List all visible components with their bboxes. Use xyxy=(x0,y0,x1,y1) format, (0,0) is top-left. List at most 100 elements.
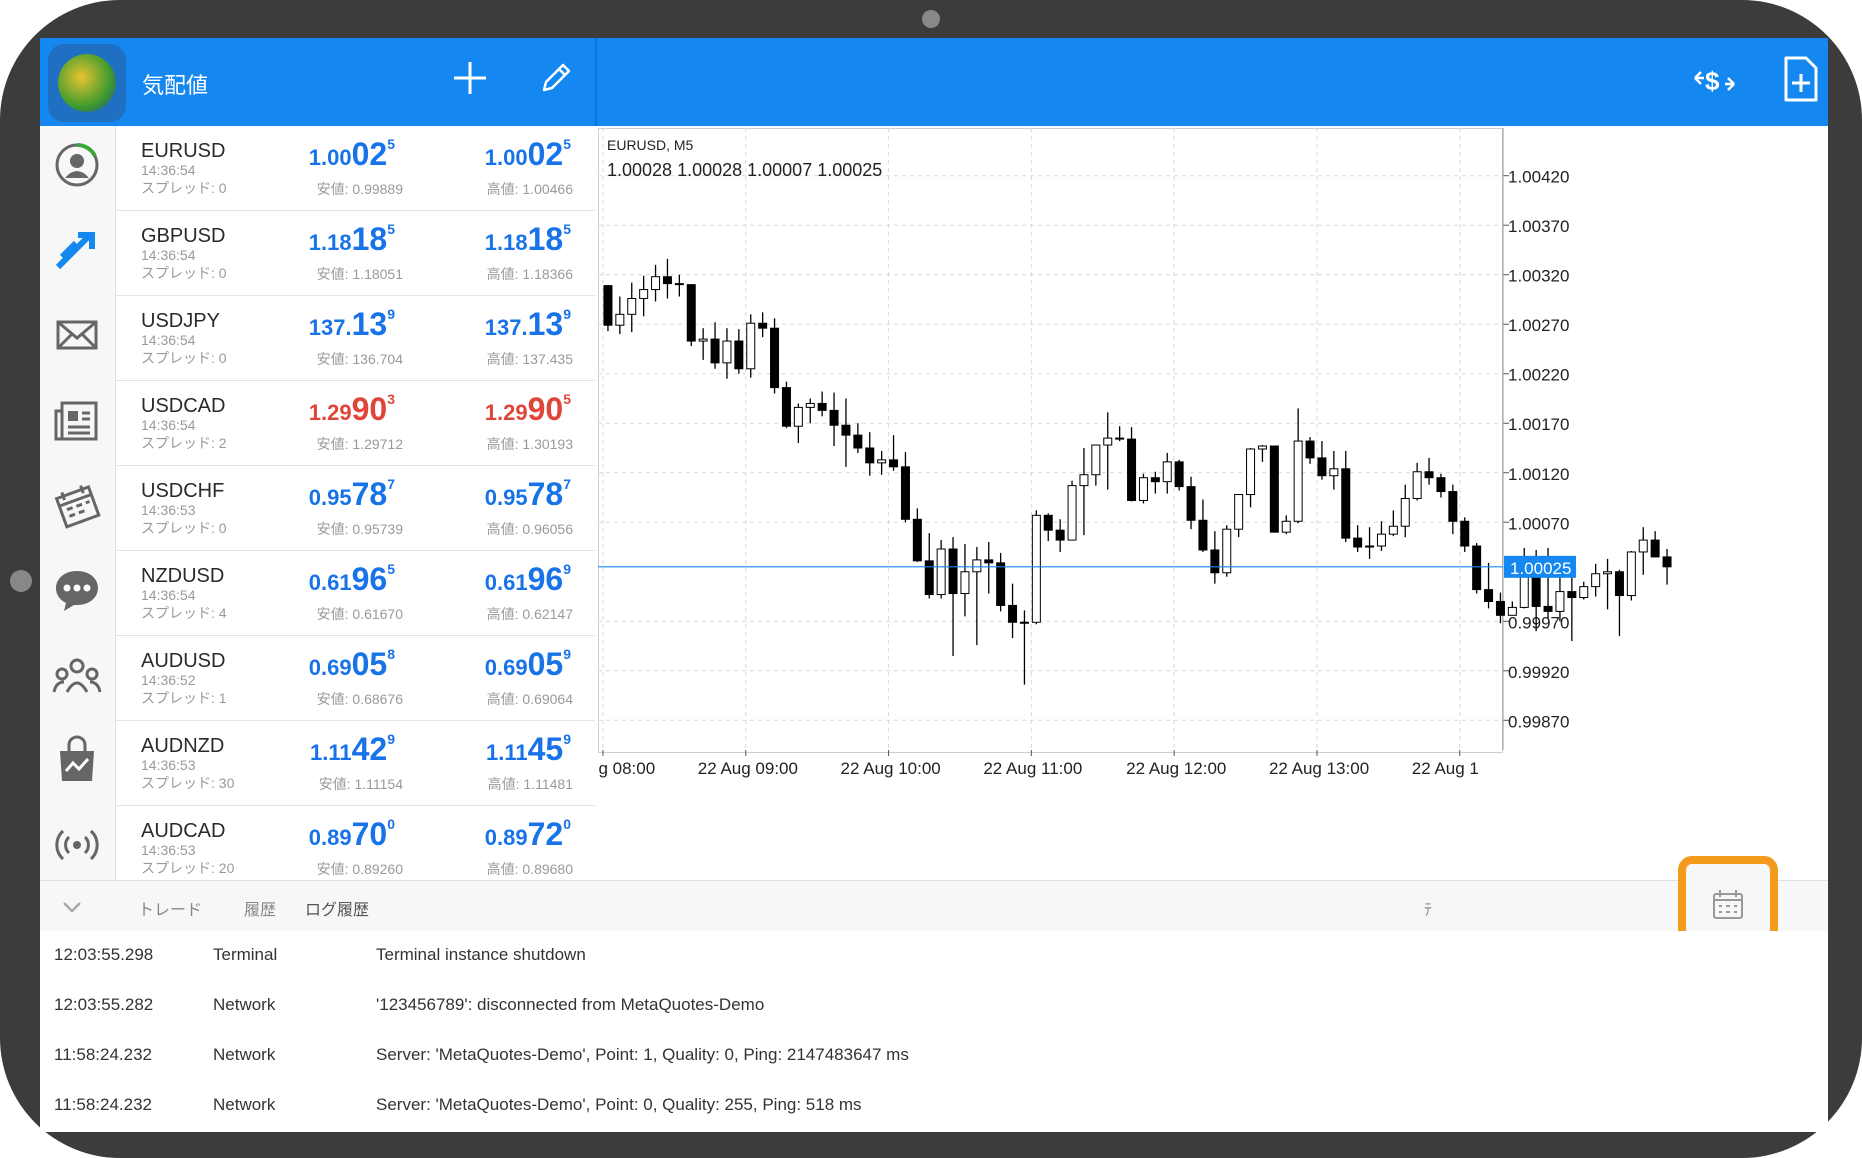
log-row[interactable]: 11:58:24.232 Network Server: 'MetaQuotes… xyxy=(40,1081,1828,1131)
chart-ohlc-label: 1.00028 1.00028 1.00007 1.00025 xyxy=(607,160,883,180)
quote-time: 14:36:53 xyxy=(141,757,196,773)
quote-symbol: GBPUSD xyxy=(141,225,226,247)
ask-price: 1.11459 xyxy=(486,731,571,767)
y-tick-label: 1.00170 xyxy=(1508,415,1569,434)
candle-body xyxy=(1138,477,1148,501)
ask-price: 1.18185 xyxy=(484,221,571,257)
x-tick-label: 22 Aug 09:00 xyxy=(698,759,798,778)
chat-icon[interactable] xyxy=(48,561,106,619)
candle-body xyxy=(698,338,708,342)
quote-row[interactable]: EURUSD 14:36:54 スプレッド: 0 1.00025 1.00025… xyxy=(116,126,595,211)
add-document-icon[interactable] xyxy=(1780,54,1820,104)
x-tick-label: 22 Aug 13:00 xyxy=(1269,759,1369,778)
quote-symbol: AUDNZD xyxy=(141,735,225,757)
candle-body xyxy=(1019,621,1029,624)
candle-body xyxy=(829,409,839,426)
quote-high: 高値: 0.62147 xyxy=(486,606,573,622)
candle-body xyxy=(841,424,851,436)
market-icon[interactable] xyxy=(48,731,106,789)
tab-log-history[interactable]: ログ履歴 xyxy=(305,896,369,920)
log-time: 12:03:55.298 xyxy=(54,945,154,964)
mail-icon[interactable] xyxy=(48,306,106,364)
candle-body xyxy=(1043,514,1053,531)
plus-icon[interactable] xyxy=(450,58,490,98)
signal-icon[interactable] xyxy=(48,816,106,874)
candle-body xyxy=(639,289,649,299)
dollar-sync-icon[interactable]: $ xyxy=(1692,58,1738,104)
quote-row[interactable]: USDCHF 14:36:53 スプレッド: 0 0.95787 0.95787… xyxy=(116,466,595,551)
candle-body xyxy=(1448,491,1458,522)
log-source: Network xyxy=(213,995,276,1014)
quote-high: 高値: 1.30193 xyxy=(486,436,573,452)
candle-body xyxy=(1198,519,1208,551)
x-tick-label: 22 Aug 1 xyxy=(1412,759,1479,778)
ask-price: 137.139 xyxy=(484,306,571,342)
bid-price: 1.18185 xyxy=(308,221,395,257)
candle-body xyxy=(853,434,863,449)
candle-body xyxy=(1031,514,1041,623)
candle-body xyxy=(734,340,744,370)
log-time: 11:58:24.232 xyxy=(54,1045,152,1064)
quote-row[interactable]: NZDUSD 14:36:54 スプレッド: 4 0.61965 0.61969… xyxy=(116,551,595,636)
candle-body xyxy=(1305,440,1315,459)
log-time: 11:58:24.232 xyxy=(54,1095,152,1114)
quote-high: 高値: 137.435 xyxy=(486,351,573,367)
app-screen: 気配値 $ EURUSD 14:36:54 スプレッド: 0 1.00025 1… xyxy=(40,38,1828,1132)
candle-body xyxy=(1484,589,1494,602)
account-icon[interactable] xyxy=(48,136,106,194)
log-row[interactable]: 12:03:55.282 Network '123456789': discon… xyxy=(40,981,1828,1031)
community-icon[interactable] xyxy=(48,646,106,704)
left-navigation xyxy=(40,126,116,880)
quote-time: 14:36:54 xyxy=(141,247,196,263)
candle-body xyxy=(1008,604,1018,623)
y-tick-label: 0.99870 xyxy=(1508,712,1569,731)
tab-trade[interactable]: トレード xyxy=(138,896,202,920)
candle-body xyxy=(936,548,946,596)
candle-body xyxy=(996,562,1006,606)
candle-body xyxy=(1495,600,1505,616)
quote-low: 安値: 0.99889 xyxy=(316,181,403,197)
candle-body xyxy=(1269,445,1279,533)
app-logo-icon[interactable] xyxy=(48,44,126,122)
bid-price: 0.89700 xyxy=(308,816,395,852)
candle-body xyxy=(805,402,815,408)
calendar-icon[interactable] xyxy=(48,476,106,534)
quote-row[interactable]: AUDCAD 14:36:53 スプレッド: 20 0.89700 0.8972… xyxy=(116,806,595,880)
pencil-icon[interactable] xyxy=(536,58,576,98)
chevron-down-icon[interactable] xyxy=(60,895,84,919)
log-source: Terminal xyxy=(213,945,278,964)
quote-low: 安値: 0.95739 xyxy=(316,521,403,537)
quote-low: 安値: 1.29712 xyxy=(316,436,403,452)
candle-body xyxy=(615,313,625,326)
tab-partial[interactable]: ﾃ xyxy=(1424,896,1432,920)
quote-row[interactable]: AUDUSD 14:36:52 スプレッド: 1 0.69058 0.69059… xyxy=(116,636,595,721)
log-source: Network xyxy=(213,1095,276,1114)
candle-body xyxy=(1400,497,1410,527)
candle-body xyxy=(1067,485,1077,541)
tab-history[interactable]: 履歴 xyxy=(244,896,276,920)
quote-time: 14:36:53 xyxy=(141,842,196,858)
candle-body xyxy=(1436,477,1446,493)
news-icon[interactable] xyxy=(48,391,106,449)
quote-row[interactable]: AUDNZD 14:36:53 スプレッド: 30 1.11429 1.1145… xyxy=(116,721,595,806)
log-row[interactable]: 12:03:55.298 Terminal Terminal instance … xyxy=(40,931,1828,981)
log-row[interactable]: 11:58:24.232 Network Server: 'MetaQuotes… xyxy=(40,1031,1828,1081)
quote-spread: スプレッド: 4 xyxy=(141,605,227,621)
quote-spread: スプレッド: 30 xyxy=(141,775,235,791)
y-tick-label: 0.99920 xyxy=(1508,663,1569,682)
quote-row[interactable]: USDJPY 14:36:54 スプレッド: 0 137.139 137.139… xyxy=(116,296,595,381)
candle-body xyxy=(900,466,910,520)
quote-symbol: NZDUSD xyxy=(141,565,225,587)
candle-body xyxy=(1103,437,1113,446)
ask-price: 0.89720 xyxy=(484,816,571,852)
quote-time: 14:36:54 xyxy=(141,587,196,603)
quote-row[interactable]: USDCAD 14:36:54 スプレッド: 2 1.29903 1.29905… xyxy=(116,381,595,466)
candle-body xyxy=(948,548,958,595)
price-chart[interactable]: 1.00420 1.00370 1.00320 1.00270 1.00220 1.001… xyxy=(598,128,1828,880)
quote-row[interactable]: GBPUSD 14:36:54 スプレッド: 0 1.18185 1.18185… xyxy=(116,211,595,296)
candle-body xyxy=(627,297,637,315)
trade-icon[interactable] xyxy=(48,221,106,279)
quote-spread: スプレッド: 0 xyxy=(141,350,227,366)
quote-spread: スプレッド: 0 xyxy=(141,180,227,196)
candle-body xyxy=(1543,605,1553,612)
